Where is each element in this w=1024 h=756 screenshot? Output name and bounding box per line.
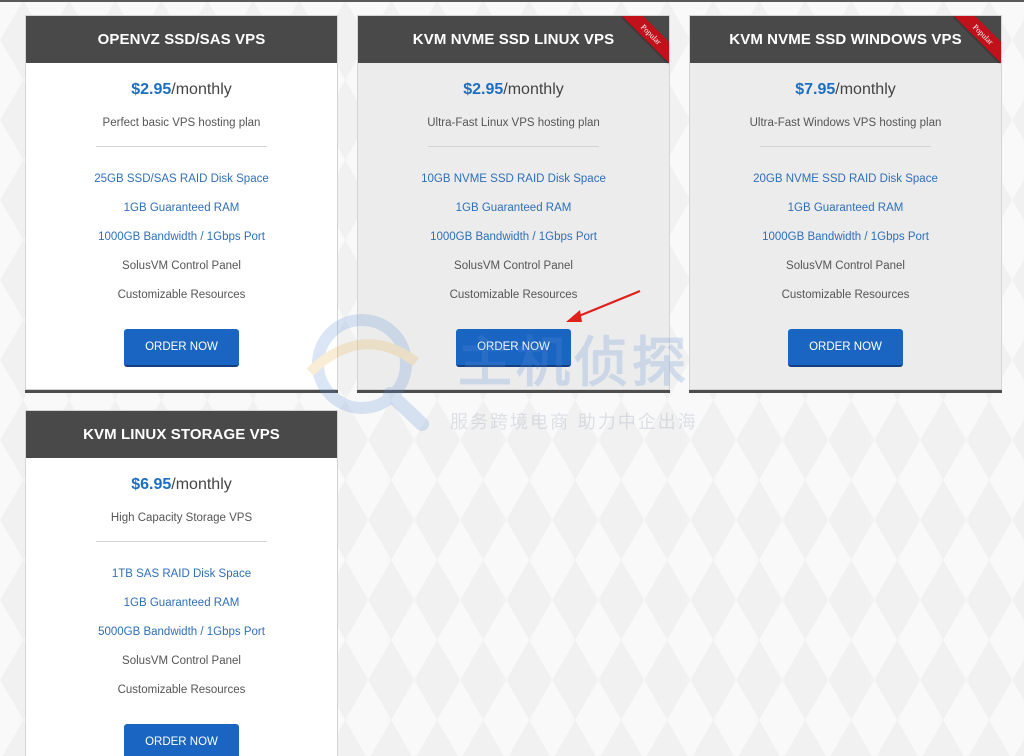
- feature-control-panel: SolusVM Control Panel: [122, 260, 241, 272]
- feature-ram[interactable]: 1GB Guaranteed RAM: [690, 201, 1001, 230]
- plan-title: KVM NVME SSD WINDOWS VPS: [690, 16, 1001, 63]
- divider: [96, 146, 267, 147]
- price-period: /monthly: [171, 476, 232, 493]
- feature-control-panel: SolusVM Control Panel: [122, 655, 241, 667]
- price-period: /monthly: [503, 81, 564, 98]
- feature-customizable: Customizable Resources: [781, 289, 910, 301]
- feature-ram[interactable]: 1GB Guaranteed RAM: [26, 596, 337, 625]
- plan-card-kvm-storage: KVM LINUX STORAGE VPS $6.95/monthly High…: [25, 410, 338, 756]
- order-now-button[interactable]: ORDER NOW: [124, 724, 239, 756]
- divider: [760, 146, 931, 147]
- price-amount: $7.95: [795, 81, 836, 98]
- plan-price: $6.95/monthly: [26, 476, 337, 494]
- plan-price: $2.95/monthly: [358, 81, 669, 99]
- divider: [96, 541, 267, 542]
- feature-disk[interactable]: 10GB NVME SSD RAID Disk Space: [358, 172, 669, 201]
- plan-title: KVM LINUX STORAGE VPS: [26, 411, 337, 458]
- feature-list: 1TB SAS RAID Disk Space 1GB Guaranteed R…: [26, 567, 337, 712]
- feature-list: 25GB SSD/SAS RAID Disk Space 1GB Guarant…: [26, 172, 337, 317]
- feature-bandwidth[interactable]: 1000GB Bandwidth / 1Gbps Port: [358, 230, 669, 259]
- feature-list: 20GB NVME SSD RAID Disk Space 1GB Guaran…: [690, 172, 1001, 317]
- feature-disk[interactable]: 25GB SSD/SAS RAID Disk Space: [26, 172, 337, 201]
- order-now-button[interactable]: ORDER NOW: [456, 329, 571, 367]
- divider: [428, 146, 599, 147]
- order-now-button[interactable]: ORDER NOW: [788, 329, 903, 367]
- plan-description: Ultra-Fast Windows VPS hosting plan: [749, 117, 942, 129]
- price-amount: $2.95: [131, 81, 172, 98]
- plan-title: KVM NVME SSD LINUX VPS: [358, 16, 669, 63]
- feature-bandwidth[interactable]: 5000GB Bandwidth / 1Gbps Port: [26, 625, 337, 654]
- feature-disk[interactable]: 1TB SAS RAID Disk Space: [26, 567, 337, 596]
- price-period: /monthly: [835, 81, 896, 98]
- feature-control-panel: SolusVM Control Panel: [786, 260, 905, 272]
- top-border: [0, 0, 1024, 2]
- feature-ram[interactable]: 1GB Guaranteed RAM: [358, 201, 669, 230]
- plan-title: OPENVZ SSD/SAS VPS: [26, 16, 337, 63]
- plan-description: Ultra-Fast Linux VPS hosting plan: [427, 117, 600, 129]
- feature-bandwidth[interactable]: 1000GB Bandwidth / 1Gbps Port: [690, 230, 1001, 259]
- feature-ram[interactable]: 1GB Guaranteed RAM: [26, 201, 337, 230]
- plan-price: $7.95/monthly: [690, 81, 1001, 99]
- plan-description: Perfect basic VPS hosting plan: [102, 117, 261, 129]
- feature-control-panel: SolusVM Control Panel: [454, 260, 573, 272]
- feature-disk[interactable]: 20GB NVME SSD RAID Disk Space: [690, 172, 1001, 201]
- price-amount: $6.95: [131, 476, 172, 493]
- plan-card-kvm-windows: KVM NVME SSD WINDOWS VPS Popular $7.95/m…: [689, 15, 1002, 390]
- feature-list: 10GB NVME SSD RAID Disk Space 1GB Guaran…: [358, 172, 669, 317]
- feature-bandwidth[interactable]: 1000GB Bandwidth / 1Gbps Port: [26, 230, 337, 259]
- feature-customizable: Customizable Resources: [117, 289, 246, 301]
- plan-card-kvm-linux: KVM NVME SSD LINUX VPS Popular $2.95/mon…: [357, 15, 670, 390]
- feature-customizable: Customizable Resources: [117, 684, 246, 696]
- order-now-button[interactable]: ORDER NOW: [124, 329, 239, 367]
- price-period: /monthly: [171, 81, 232, 98]
- price-amount: $2.95: [463, 81, 504, 98]
- plan-card-openvz: OPENVZ SSD/SAS VPS $2.95/monthly Perfect…: [25, 15, 338, 390]
- watermark-slogan: 服务跨境电商 助力中企出海: [450, 412, 698, 433]
- feature-customizable: Customizable Resources: [449, 289, 578, 301]
- plan-price: $2.95/monthly: [26, 81, 337, 99]
- plan-description: High Capacity Storage VPS: [110, 512, 253, 524]
